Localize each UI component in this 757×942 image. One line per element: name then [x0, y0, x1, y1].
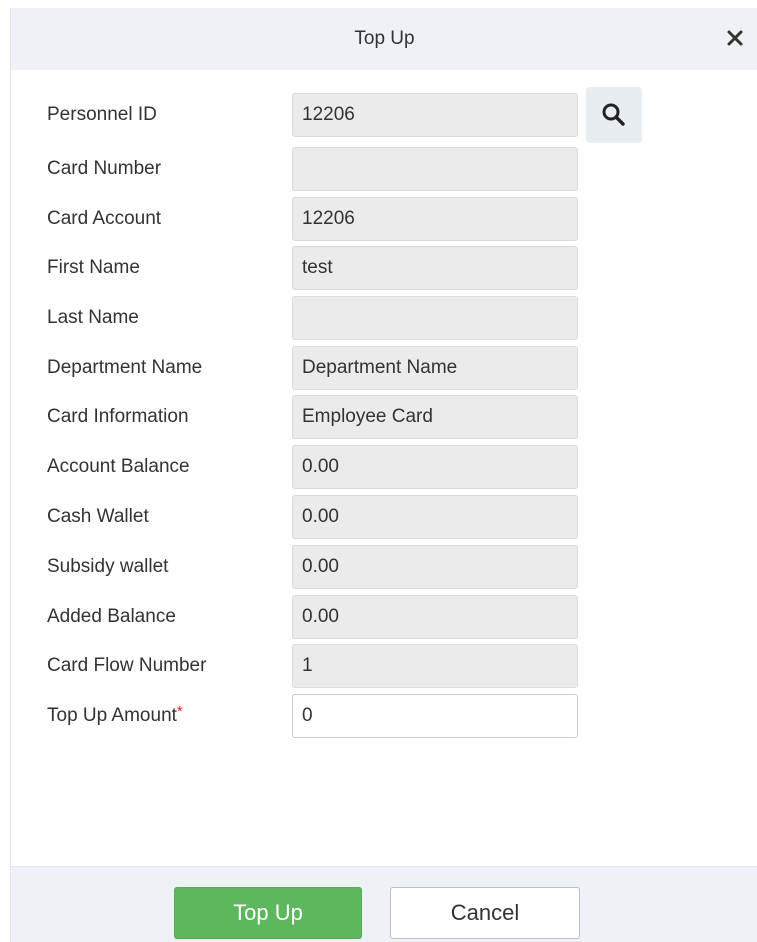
first-name-label: First Name — [47, 257, 140, 278]
department-name-label: Department Name — [47, 357, 203, 378]
card-information-field[interactable] — [292, 395, 578, 439]
form-row-account-balance: Account Balance — [11, 445, 757, 489]
close-icon — [727, 30, 743, 46]
last-name-field[interactable] — [292, 296, 578, 340]
dialog-footer: Top Up Cancel — [11, 866, 757, 942]
last-name-label: Last Name — [47, 307, 139, 328]
form-row-card-number: Card Number — [11, 147, 757, 191]
card-number-field[interactable] — [292, 147, 578, 191]
account-balance-label: Account Balance — [47, 456, 190, 477]
personnel-id-field[interactable] — [292, 93, 578, 137]
card-number-label: Card Number — [47, 158, 162, 179]
required-indicator: * — [176, 703, 183, 720]
form-row-top-up-amount: Top Up Amount* — [11, 694, 757, 738]
subsidy-wallet-label: Subsidy wallet — [47, 556, 169, 577]
added-balance-label: Added Balance — [47, 606, 176, 627]
department-name-field[interactable] — [292, 346, 578, 390]
card-information-label: Card Information — [47, 406, 189, 427]
form-row-added-balance: Added Balance — [11, 595, 757, 639]
form-row-last-name: Last Name — [11, 296, 757, 340]
account-balance-field[interactable] — [292, 445, 578, 489]
added-balance-field[interactable] — [292, 595, 578, 639]
top-up-dialog: Top Up Personnel ID Card Number Card Acc… — [10, 8, 757, 942]
cancel-button[interactable]: Cancel — [390, 887, 580, 939]
card-account-field[interactable] — [292, 197, 578, 241]
first-name-field[interactable] — [292, 246, 578, 290]
form-row-subsidy-wallet: Subsidy wallet — [11, 545, 757, 589]
dialog-title: Top Up — [354, 28, 415, 49]
subsidy-wallet-field[interactable] — [292, 545, 578, 589]
top-up-amount-input[interactable] — [292, 694, 578, 738]
form-row-department-name: Department Name — [11, 346, 757, 390]
dialog-titlebar: Top Up — [11, 8, 757, 70]
personnel-id-label: Personnel ID — [47, 104, 157, 125]
form-row-cash-wallet: Cash Wallet — [11, 495, 757, 539]
form-row-card-information: Card Information — [11, 395, 757, 439]
card-flow-number-field[interactable] — [292, 644, 578, 688]
form-row-card-account: Card Account — [11, 197, 757, 241]
close-button[interactable] — [720, 23, 750, 53]
form-row-personnel-id: Personnel ID — [11, 93, 757, 137]
top-up-amount-label: Top Up Amount* — [47, 694, 183, 738]
form-row-first-name: First Name — [11, 246, 757, 290]
card-flow-number-label: Card Flow Number — [47, 655, 207, 676]
top-up-amount-label-text: Top Up Amount — [47, 705, 177, 726]
cash-wallet-label: Cash Wallet — [47, 506, 149, 527]
form-row-card-flow-number: Card Flow Number — [11, 644, 757, 688]
cash-wallet-field[interactable] — [292, 495, 578, 539]
top-up-button[interactable]: Top Up — [174, 887, 362, 939]
card-account-label: Card Account — [47, 208, 162, 229]
